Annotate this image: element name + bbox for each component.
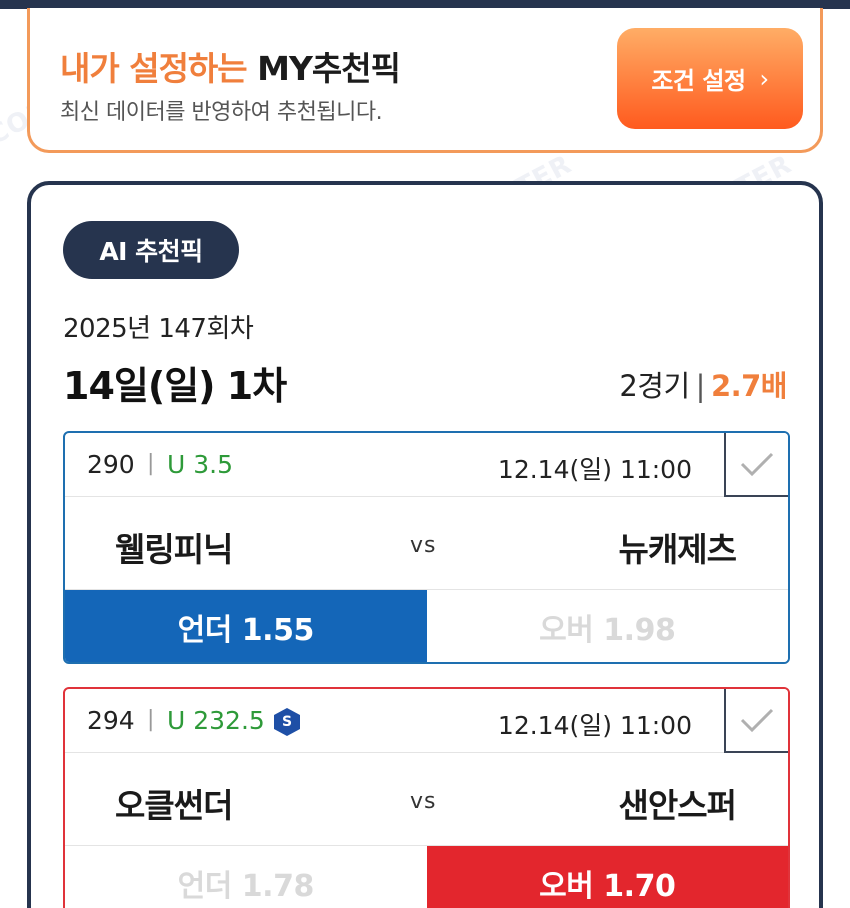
banner-title-main: MY추천픽 bbox=[257, 49, 401, 88]
handicap-label: U 3.5 bbox=[167, 450, 234, 479]
odds-row: 언더 1.78 오버 1.70 bbox=[65, 845, 788, 908]
my-pick-banner: 내가 설정하는 MY추천픽 최신 데이터를 반영하여 추천됩니다. 조건 설정 … bbox=[27, 8, 823, 153]
teams-row: 웰링피닉 vs 뉴캐제츠 bbox=[65, 497, 788, 589]
home-team: 오클썬더 bbox=[115, 786, 233, 825]
chevron-right-icon: › bbox=[759, 64, 770, 93]
home-team: 웰링피닉 bbox=[115, 530, 233, 569]
day-label: 14일(일) 1차 bbox=[63, 364, 287, 408]
under-odds-button[interactable]: 언더 1.55 bbox=[65, 590, 427, 662]
condition-settings-button[interactable]: 조건 설정 › bbox=[617, 28, 803, 129]
vs-label: vs bbox=[410, 533, 437, 558]
check-icon bbox=[740, 708, 774, 733]
total-multiplier: 2.7배 bbox=[710, 369, 788, 403]
banner-title-accent: 내가 설정하는 bbox=[60, 49, 248, 88]
match-card: 294 | U 232.5 S 12.14(일) 11:00 오클썬더 vs 샌… bbox=[63, 687, 790, 908]
check-icon bbox=[740, 452, 774, 477]
select-checkbox[interactable] bbox=[724, 689, 788, 753]
vs-label: vs bbox=[410, 789, 437, 814]
condition-settings-label: 조건 설정 bbox=[651, 67, 746, 95]
banner-subtitle: 최신 데이터를 반영하여 추천됩니다. bbox=[60, 100, 383, 125]
ai-pick-badge: AI 추천픽 bbox=[63, 221, 239, 279]
over-odds-button[interactable]: 오버 1.98 bbox=[426, 590, 788, 662]
special-badge-icon: S bbox=[274, 708, 300, 736]
away-team: 샌안스퍼 bbox=[618, 786, 737, 825]
under-odds-button[interactable]: 언더 1.78 bbox=[65, 846, 427, 908]
teams-row: 오클썬더 vs 샌안스퍼 bbox=[65, 753, 788, 845]
header-separator: | bbox=[147, 451, 155, 476]
round-label: 2025년 147회차 bbox=[63, 314, 254, 344]
ai-pick-card: AI 추천픽 2025년 147회차 14일(일) 1차 2경기 | 2.7배 29… bbox=[27, 181, 823, 908]
handicap-label: U 232.5 bbox=[167, 706, 265, 735]
header-separator: | bbox=[147, 707, 155, 732]
match-header: 294 | U 232.5 S 12.14(일) 11:00 bbox=[65, 689, 788, 753]
games-count: 2경기 bbox=[619, 369, 690, 403]
match-card: 290 | U 3.5 12.14(일) 11:00 웰링피닉 vs 뉴캐제츠 … bbox=[63, 431, 790, 664]
summary-separator: | bbox=[695, 369, 706, 403]
pick-summary: 2경기 | 2.7배 bbox=[619, 363, 787, 405]
banner-title: 내가 설정하는 MY추천픽 bbox=[60, 42, 401, 90]
match-number: 290 bbox=[87, 450, 135, 479]
away-team: 뉴캐제츠 bbox=[618, 530, 737, 569]
match-number: 294 bbox=[87, 706, 135, 735]
match-datetime: 12.14(일) 11:00 bbox=[497, 455, 692, 484]
odds-row: 언더 1.55 오버 1.98 bbox=[65, 589, 788, 662]
match-datetime: 12.14(일) 11:00 bbox=[497, 711, 692, 740]
match-header: 290 | U 3.5 12.14(일) 11:00 bbox=[65, 433, 788, 497]
over-odds-button[interactable]: 오버 1.70 bbox=[426, 846, 788, 908]
select-checkbox[interactable] bbox=[724, 433, 788, 497]
